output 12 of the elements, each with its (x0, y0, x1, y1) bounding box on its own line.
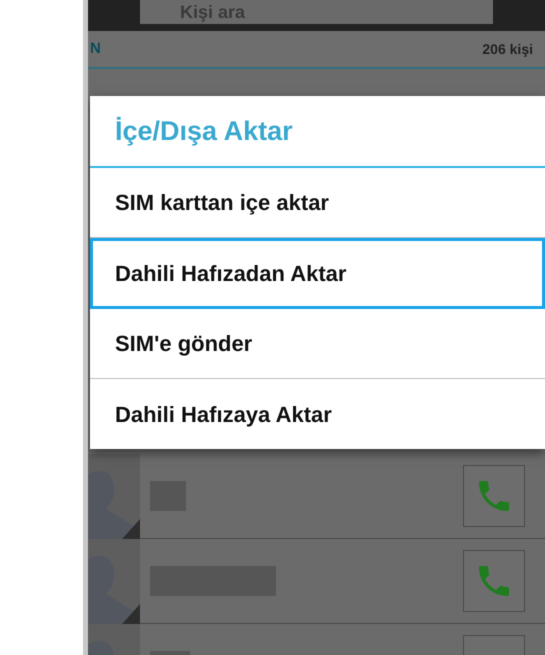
contact-count: 206 kişi (482, 40, 533, 59)
menu-item[interactable]: SIM karttan içe aktar (90, 168, 545, 238)
dialog-title: İçe/Dışa Aktar (115, 114, 293, 148)
menu-item[interactable]: Dahili Hafızadan Aktar (90, 238, 545, 309)
menu-item[interactable]: SIM'e gönder (90, 309, 545, 379)
avatar-icon (88, 454, 140, 538)
menu-item[interactable]: Dahili Hafızaya Aktar (90, 379, 545, 449)
section-letter: N (90, 38, 101, 59)
call-button[interactable] (463, 550, 525, 612)
phone-icon (479, 481, 509, 511)
phone-icon (479, 566, 509, 596)
call-button[interactable] (463, 465, 525, 527)
